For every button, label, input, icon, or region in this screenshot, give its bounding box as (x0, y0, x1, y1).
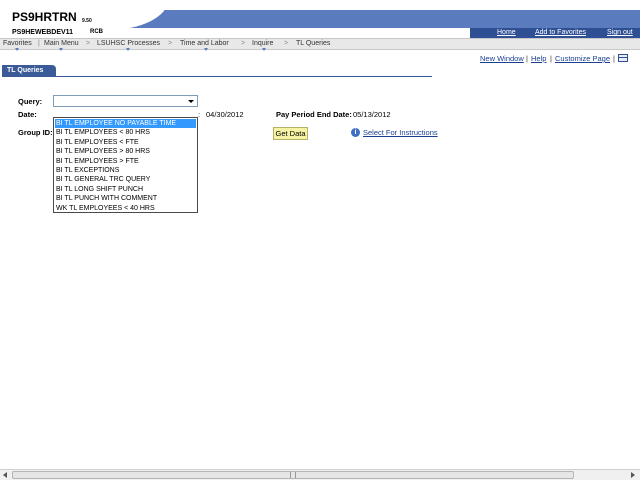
favorites-arrow-icon (15, 48, 19, 51)
add-to-favorites-link[interactable]: Add to Favorites (535, 28, 586, 38)
app-version: 9.50 (82, 18, 92, 24)
dropdown-option[interactable]: BI TL EMPLOYEES < FTE (55, 138, 196, 147)
date-label: Date: (18, 110, 37, 119)
scroll-left-icon[interactable] (3, 472, 7, 478)
dropdown-option[interactable]: BI TL GENERAL TRC QUERY (55, 175, 196, 184)
time-labor-arrow-icon (204, 48, 208, 51)
inquire-arrow-icon (262, 48, 266, 51)
dropdown-option[interactable]: BI TL LONG SHIFT PUNCH (55, 185, 196, 194)
scroll-right-icon[interactable] (631, 472, 635, 478)
info-icon[interactable]: i (351, 128, 360, 137)
dropdown-option[interactable]: BI TL EMPLOYEE NO PAYABLE TIME (55, 119, 196, 129)
dropdown-option[interactable]: BI TL PUNCH WITH COMMENT (55, 194, 196, 203)
help-link[interactable]: Help (531, 54, 546, 64)
dropdown-option[interactable]: BI TL EXCEPTIONS (55, 166, 196, 175)
scrollbar-grip-icon (290, 472, 296, 478)
main-menu-arrow-icon (59, 48, 63, 51)
lsuhsc-arrow-icon (126, 48, 130, 51)
end-date-label: Pay Period End Date: (276, 110, 352, 119)
query-select[interactable] (53, 95, 198, 107)
breadcrumb-separator: > (168, 40, 173, 47)
begin-date-colon: : (198, 110, 201, 119)
new-window-link[interactable]: New Window (480, 54, 524, 64)
breadcrumb-separator: > (241, 40, 246, 47)
server-name: PS9HEWEBDEV11 (12, 29, 74, 36)
get-data-button[interactable]: Get Data (273, 127, 308, 140)
dropdown-option[interactable]: WK TL EMPLOYEES < 40 HRS (55, 204, 196, 213)
home-link[interactable]: Home (497, 28, 516, 38)
group-id-label: Group ID: (18, 128, 53, 137)
user-id: RCB (90, 29, 103, 35)
customize-page-link[interactable]: Customize Page (555, 54, 610, 64)
header-band (116, 10, 640, 28)
app-title: PS9HRTRN (12, 10, 77, 24)
dropdown-option[interactable]: BI TL EMPLOYEES > 80 HRS (55, 147, 196, 156)
end-date-value: 05/13/2012 (353, 110, 391, 119)
query-dropdown-list: BI TL EMPLOYEE NO PAYABLE TIME BI TL EMP… (53, 117, 198, 213)
nav-tl-queries: TL Queries (296, 40, 331, 47)
breadcrumb-separator: > (86, 40, 91, 47)
breadcrumb-separator: > (284, 40, 289, 47)
select-instructions-link[interactable]: Select For Instructions (363, 128, 438, 138)
chevron-down-icon (188, 100, 194, 103)
dropdown-option[interactable]: BI TL EMPLOYEES > FTE (55, 157, 196, 166)
begin-date-value: 04/30/2012 (206, 110, 244, 119)
sign-out-link[interactable]: Sign out (607, 28, 633, 38)
grid-icon[interactable] (618, 54, 628, 62)
tab-underline (2, 76, 432, 77)
query-label: Query: (18, 97, 43, 106)
dropdown-option[interactable]: BI TL EMPLOYEES < 80 HRS (55, 128, 196, 137)
